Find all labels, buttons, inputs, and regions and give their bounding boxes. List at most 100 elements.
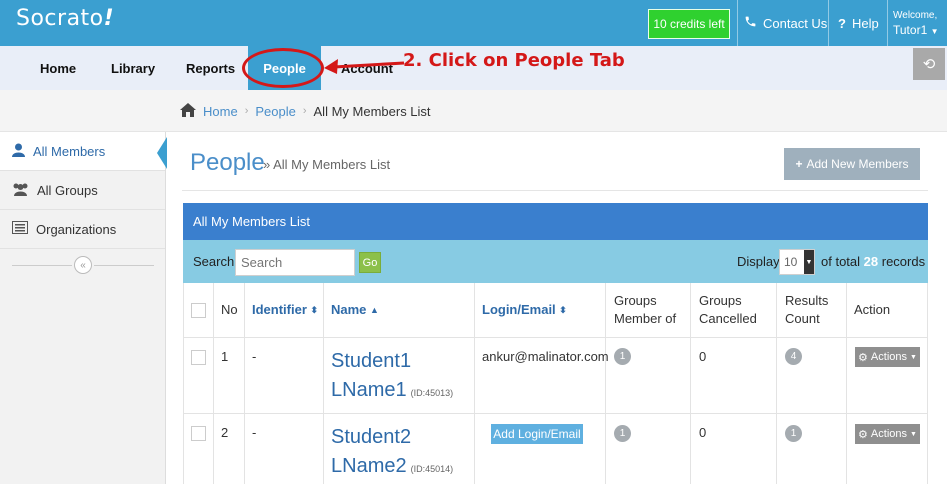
sort-icon: ⬍ — [559, 305, 567, 315]
username: Tutor1 — [893, 23, 928, 37]
chevron-right-icon: › — [244, 105, 249, 117]
grid-line — [605, 283, 606, 484]
breadcrumb-bar: Home › People › All My Members List — [0, 90, 947, 132]
student-id: (ID:45014) — [410, 464, 454, 474]
header-divider — [737, 0, 738, 46]
grid-line — [846, 283, 847, 484]
header-divider — [887, 0, 888, 46]
row-identifier: - — [252, 425, 257, 440]
groups-cancelled-value: 0 — [699, 425, 707, 440]
chevron-right-icon: › — [302, 105, 307, 117]
logo[interactable]: Socrato! — [16, 6, 114, 31]
caret-down-icon: ▼ — [910, 353, 917, 361]
grid-line — [213, 283, 214, 484]
refresh-icon: ⟲ — [922, 56, 936, 73]
grid-line — [690, 283, 691, 484]
caret-down-icon: ▼ — [910, 430, 917, 438]
row-identifier: - — [252, 349, 257, 364]
sidebar: All Members All Groups Organizations — [0, 132, 166, 484]
sort-asc-icon: ▲ — [370, 305, 379, 315]
user-menu[interactable]: Welcome, Tutor1 ▼ — [893, 9, 939, 39]
breadcrumb-home[interactable]: Home — [203, 104, 238, 119]
student-name-link[interactable]: Student1 LName1 (ID:45013) — [331, 347, 453, 408]
results-count-badge[interactable]: 1 — [785, 425, 802, 442]
gear-icon: ⚙ — [858, 428, 868, 441]
sidebar-item-label: Organizations — [36, 221, 117, 237]
grid-line — [183, 413, 928, 414]
column-header-results-count: Results Count — [785, 293, 829, 326]
welcome-text: Welcome, — [893, 10, 938, 21]
total-count: 28 — [863, 254, 879, 269]
student-name-link[interactable]: Student2 LName2 (ID:45014) — [331, 423, 453, 484]
phone-icon — [744, 15, 757, 31]
column-header-groups-member: Groups Member of — [614, 293, 677, 326]
grid-line — [183, 337, 928, 338]
add-new-members-button[interactable]: + Add New Members — [784, 148, 920, 180]
row-checkbox[interactable] — [191, 350, 206, 365]
help-label: Help — [851, 15, 879, 31]
sidebar-item-label: All Members — [33, 143, 106, 159]
caret-down-icon: ▼ — [804, 250, 814, 274]
sort-icon: ⬍ — [310, 305, 319, 315]
collapse-sidebar-icon[interactable]: « — [74, 256, 92, 274]
add-new-members-label: Add New Members — [806, 157, 909, 171]
table-toolbar: Search: Go Display 10 ▼ of total 28 reco… — [183, 240, 928, 283]
plus-icon: + — [795, 157, 803, 171]
grid-line — [323, 283, 324, 484]
actions-dropdown-button[interactable]: ⚙ Actions ▼ — [855, 347, 920, 367]
divider — [94, 265, 154, 266]
highlight-ring — [242, 48, 324, 88]
sidebar-item-all-groups[interactable]: All Groups — [0, 171, 165, 210]
search-input[interactable] — [235, 249, 355, 276]
contact-us-label: Contact Us — [763, 15, 828, 31]
users-icon — [12, 182, 29, 199]
home-icon[interactable] — [180, 102, 196, 120]
nav-reports[interactable]: Reports — [186, 46, 235, 90]
credits-badge[interactable]: 10 credits left — [648, 9, 730, 39]
column-header-name[interactable]: Name ▲ — [331, 283, 379, 337]
active-indicator — [157, 137, 167, 169]
header-divider — [828, 0, 829, 46]
nav-library[interactable]: Library — [111, 46, 155, 90]
add-login-email-button[interactable]: Add Login/Email — [491, 424, 583, 444]
groups-member-badge[interactable]: 1 — [614, 348, 631, 365]
grid-line — [183, 283, 184, 484]
column-header-no: No — [221, 302, 238, 317]
grid-line — [474, 283, 475, 484]
go-button[interactable]: Go — [359, 252, 381, 273]
actions-dropdown-button[interactable]: ⚙ Actions ▼ — [855, 424, 920, 444]
column-header-action: Action — [854, 302, 891, 317]
divider — [12, 265, 72, 266]
row-checkbox[interactable] — [191, 426, 206, 441]
grid-line — [776, 283, 777, 484]
panel-title: All My Members List — [183, 203, 928, 240]
column-header-login[interactable]: Login/Email ⬍ — [482, 283, 567, 337]
sidebar-item-organizations[interactable]: Organizations — [0, 210, 165, 249]
page-size-select[interactable]: 10 ▼ — [779, 249, 815, 275]
breadcrumb-people[interactable]: People — [255, 104, 295, 119]
column-header-identifier[interactable]: Identifier ⬍ — [252, 283, 318, 337]
page-subtitle: » All My Members List — [263, 157, 391, 172]
question-icon: ? — [838, 15, 846, 31]
search-label: Search: — [193, 254, 238, 269]
nav-home[interactable]: Home — [40, 46, 76, 90]
column-header-groups-cancelled: Groups Cancelled — [699, 293, 757, 326]
results-count-badge[interactable]: 4 — [785, 348, 802, 365]
total-records: of total 28 records — [821, 254, 926, 269]
contact-us-link[interactable]: Contact Us — [744, 0, 827, 46]
annotation-arrow — [324, 59, 405, 74]
gear-icon: ⚙ — [858, 351, 868, 364]
groups-cancelled-value: 0 — [699, 349, 707, 364]
help-link[interactable]: ? Help — [838, 0, 879, 46]
groups-member-badge[interactable]: 1 — [614, 425, 631, 442]
top-header: Socrato! 10 credits left Contact Us ? He… — [0, 0, 947, 46]
refresh-button[interactable]: ⟲ — [913, 48, 945, 80]
sidebar-item-all-members[interactable]: All Members — [0, 132, 165, 171]
sidebar-item-label: All Groups — [37, 182, 98, 198]
row-no: 1 — [221, 349, 229, 364]
annotation-text: 2. Click on People Tab — [403, 50, 625, 71]
grid-line — [244, 283, 245, 484]
grid-line — [927, 283, 928, 484]
divider — [182, 190, 928, 191]
select-all-checkbox[interactable] — [191, 303, 206, 318]
